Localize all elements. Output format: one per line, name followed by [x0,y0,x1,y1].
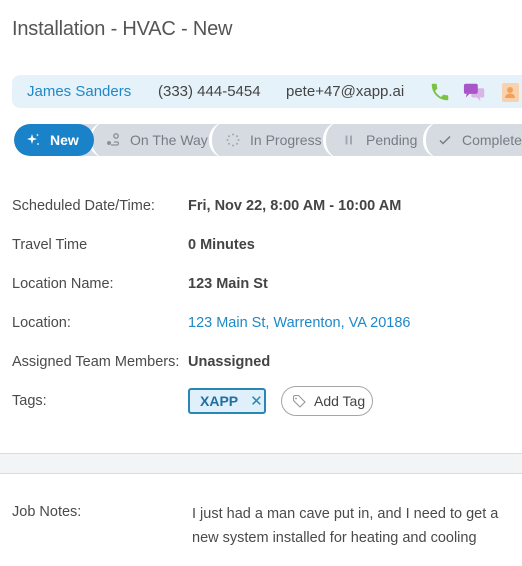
detail-row-assigned: Assigned Team Members: Unassigned [12,351,512,373]
detail-row-location-name: Location Name: 123 Main St [12,273,512,295]
pause-icon [342,133,356,147]
chat-icon[interactable] [463,81,485,103]
status-step-in-progress[interactable]: In Progress [209,124,332,156]
status-step-label: In Progress [250,132,322,148]
detail-row-scheduled: Scheduled Date/Time: Fri, Nov 22, 8:00 A… [12,195,512,217]
check-icon [438,133,452,147]
detail-label: Scheduled Date/Time: [12,198,155,214]
detail-value: 123 Main St [188,276,268,292]
detail-row-tags: Tags: XAPP ✕ Add Tag [12,386,512,416]
sparkle-icon [26,133,40,147]
detail-label: Travel Time [12,237,88,253]
page-title: Installation - HVAC - New [12,18,233,40]
job-notes-label: Job Notes: [12,504,82,520]
tag-icon [292,394,306,408]
section-divider [0,453,522,474]
status-progress-bar: New On The Way In Progress Pending Compl… [14,124,522,156]
detail-row-travel-time: Travel Time 0 Minutes [12,234,512,256]
job-notes-text: I just had a man cave put in, and I need… [192,506,499,546]
status-step-label: Completed [462,132,522,148]
detail-value: Unassigned [188,354,271,370]
remove-tag-icon[interactable]: ✕ [250,392,263,410]
route-icon [106,133,120,147]
detail-row-location: Location: 123 Main St, Warrenton, VA 201… [12,312,512,334]
spinner-icon [226,133,240,147]
contact-name-link[interactable]: James Sanders [27,83,131,100]
status-step-completed[interactable]: Completed [423,124,522,156]
contact-email: pete+47@xapp.ai [286,83,405,100]
contact-phone: (333) 444-5454 [158,83,261,100]
add-tag-button[interactable]: Add Tag [281,386,373,416]
detail-value: Fri, Nov 22, 8:00 AM - 10:00 AM [188,198,402,214]
tag-label: XAPP [200,393,239,409]
add-tag-label: Add Tag [314,393,366,409]
status-step-new[interactable]: New [14,124,94,156]
status-step-label: Pending [366,132,418,148]
detail-label: Location: [12,315,71,331]
location-link[interactable]: 123 Main St, Warrenton, VA 20186 [188,315,410,331]
contact-card-icon[interactable] [500,81,522,103]
phone-icon[interactable] [429,81,451,103]
detail-value: 0 Minutes [188,237,255,253]
status-step-label: New [50,132,79,148]
detail-label: Assigned Team Members: [12,354,180,370]
detail-label: Location Name: [12,276,114,292]
status-step-on-the-way[interactable]: On The Way [89,124,216,156]
contact-bar: James Sanders (333) 444-5454 pete+47@xap… [12,75,522,108]
detail-label: Tags: [12,393,47,409]
status-step-pending[interactable]: Pending [323,124,426,156]
tag-chip: XAPP ✕ [188,388,266,414]
status-step-label: On The Way [130,132,208,148]
